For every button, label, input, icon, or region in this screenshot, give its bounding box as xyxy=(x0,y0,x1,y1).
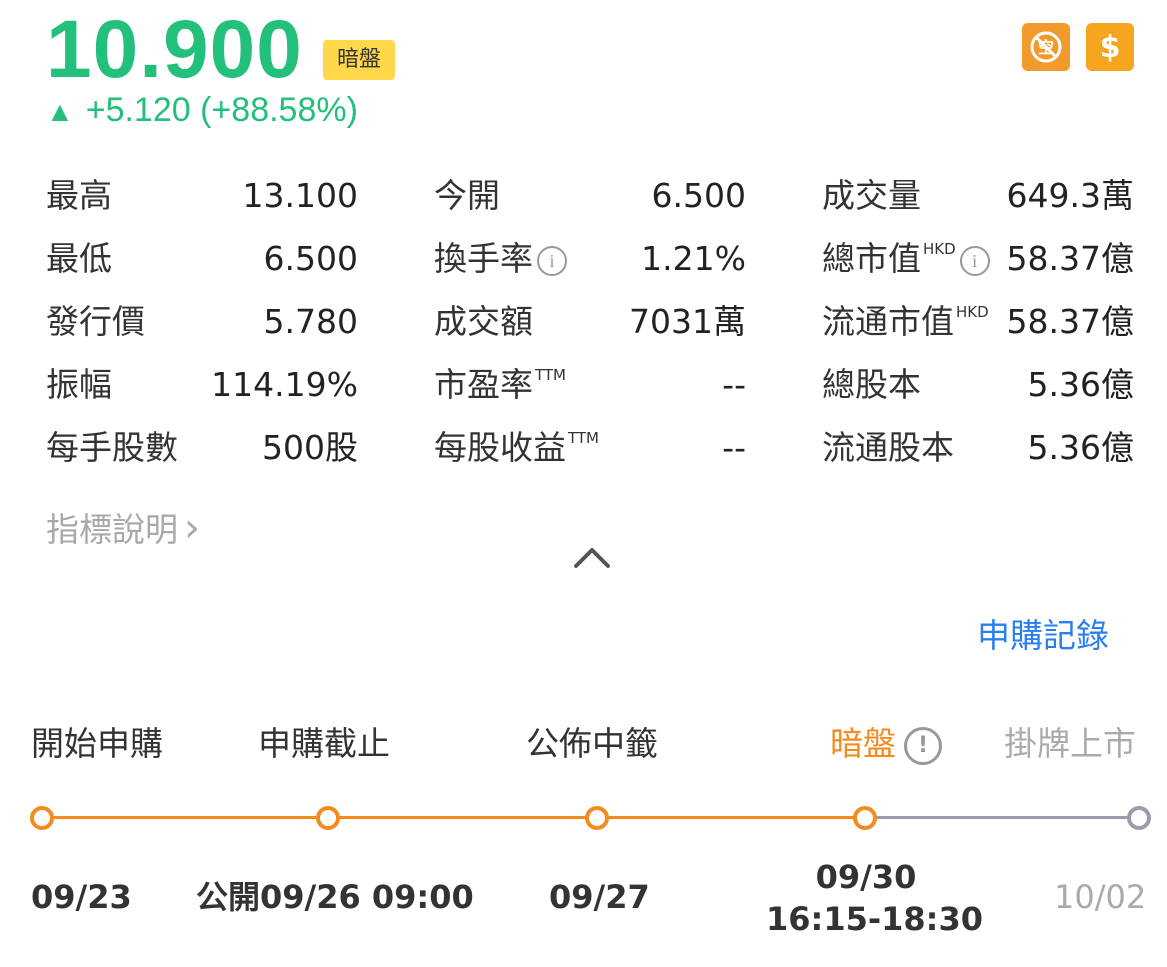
indicator-label: 指標說明 xyxy=(46,510,178,549)
timeline-dot xyxy=(316,806,340,830)
step-date-day: 09/30 xyxy=(815,858,917,896)
stat-value: 5.36億 xyxy=(1027,365,1134,404)
step-date-dark-pool: 09/30 16:15-18:30 xyxy=(766,856,983,940)
stat-label: 市盈率 xyxy=(434,365,533,404)
stat-value: 5.36億 xyxy=(1027,428,1134,467)
step-label-deadline: 申購截止 xyxy=(258,724,390,763)
stat-label-wrap: 市盈率 TTM xyxy=(434,363,566,407)
stat-label: 總股本 xyxy=(822,365,921,404)
stat-issue-price: 發行價 5.780 xyxy=(46,300,358,344)
stat-turnover-rate: 換手率 i 1.21% xyxy=(434,237,746,281)
stat-label: 成交量 xyxy=(822,176,921,215)
timeline-dot xyxy=(1127,806,1151,830)
stat-label: 最低 xyxy=(46,239,112,278)
no-short-icon[interactable]: 空 xyxy=(1022,23,1070,71)
stat-label-wrap: 每股收益 TTM xyxy=(434,426,599,470)
price-change: ▲ +5.120 (+88.58%) xyxy=(46,88,358,134)
stat-value: 6.500 xyxy=(263,239,358,278)
stat-open: 今開 6.500 xyxy=(434,174,746,218)
svg-text:空: 空 xyxy=(1038,38,1054,57)
stat-amplitude: 振幅 114.19% xyxy=(46,363,358,407)
change-text: +5.120 (+88.58%) xyxy=(85,91,358,129)
stat-label: 流通股本 xyxy=(822,428,954,467)
step-label-dark-pool[interactable]: 暗盤! xyxy=(830,722,942,766)
warning-icon[interactable]: ! xyxy=(904,726,942,765)
stat-float-cap: 流通市值 HKD 58.37億 xyxy=(822,300,1134,344)
timeline-dot xyxy=(30,806,54,830)
step-label-start: 開始申購 xyxy=(31,724,163,763)
stat-value: 13.100 xyxy=(242,176,358,215)
info-icon[interactable]: i xyxy=(959,245,990,276)
dark-pool-badge: 暗盤 xyxy=(323,40,395,80)
stat-value: 5.780 xyxy=(263,302,358,341)
stat-label: 每股收益 xyxy=(434,428,566,467)
stat-value: 6.500 xyxy=(651,176,746,215)
step-label-listing: 掛牌上市 xyxy=(1004,724,1136,763)
stat-value: -- xyxy=(722,428,746,467)
stat-label-wrap: 換手率 i xyxy=(434,237,567,281)
stat-float-shares: 流通股本 5.36億 xyxy=(822,426,1134,470)
stat-volume: 成交量 649.3萬 xyxy=(822,174,1134,218)
stat-value: 500股 xyxy=(262,428,358,467)
up-arrow-icon: ▲ xyxy=(46,96,74,127)
stat-label: 振幅 xyxy=(46,365,112,404)
stat-sup: HKD xyxy=(923,240,956,258)
step-date-listing: 10/02 xyxy=(1054,878,1147,916)
stat-label: 成交額 xyxy=(434,302,533,341)
stat-label-wrap: 流通市值 HKD xyxy=(822,300,989,344)
stat-total-shares: 總股本 5.36億 xyxy=(822,363,1134,407)
timeline-dot xyxy=(585,806,609,830)
stat-market-cap: 總市值 HKDi 58.37億 xyxy=(822,237,1134,281)
stat-label: 總市值 xyxy=(822,239,921,278)
stat-label: 每手股數 xyxy=(46,428,178,467)
stat-low: 最低 6.500 xyxy=(46,237,358,281)
stat-value: -- xyxy=(722,365,746,404)
timeline-dot xyxy=(853,806,877,830)
stat-turnover: 成交額 7031萬 xyxy=(434,300,746,344)
timeline-remaining xyxy=(865,816,1140,819)
stat-eps: 每股收益 TTM -- xyxy=(434,426,746,470)
step-date-allotment: 09/27 xyxy=(549,878,650,916)
stat-sup: TTM xyxy=(535,366,567,384)
dollar-icon[interactable]: $ xyxy=(1086,23,1134,71)
stat-value: 58.37億 xyxy=(1006,302,1134,341)
stat-label: 今開 xyxy=(434,176,500,215)
stat-label: 流通市值 xyxy=(822,302,954,341)
stat-sup: TTM xyxy=(568,429,600,447)
stat-label: 換手率 xyxy=(434,239,533,278)
stat-lot-size: 每手股數 500股 xyxy=(46,426,358,470)
stat-value: 1.21% xyxy=(641,239,746,278)
stat-value: 649.3萬 xyxy=(1006,176,1134,215)
indicator-explanation-link[interactable]: 指標說明 › xyxy=(46,506,200,552)
stat-value: 58.37億 xyxy=(1006,239,1134,278)
stat-label: 最高 xyxy=(46,176,112,215)
step-date-start: 09/23 xyxy=(31,878,132,916)
step-label-allotment: 公佈中籤 xyxy=(526,724,658,763)
step-date-deadline: 公開09/26 09:00 xyxy=(196,878,474,916)
chevron-right-icon: › xyxy=(184,505,200,551)
chevron-up-icon[interactable] xyxy=(572,540,612,576)
stat-label-wrap: 總市值 HKDi xyxy=(822,237,990,281)
stat-high: 最高 13.100 xyxy=(46,174,358,218)
stat-sup: HKD xyxy=(956,303,989,321)
subscription-records-link[interactable]: 申購記錄 xyxy=(977,614,1109,658)
timeline-progress xyxy=(42,816,865,819)
info-icon[interactable]: i xyxy=(537,245,567,276)
step-label-text: 暗盤 xyxy=(830,724,896,763)
stat-value: 114.19% xyxy=(211,365,358,404)
step-date-time: 16:15-18:30 xyxy=(766,900,983,938)
stat-value: 7031萬 xyxy=(629,302,746,341)
stat-pe-ratio: 市盈率 TTM -- xyxy=(434,363,746,407)
stat-label: 發行價 xyxy=(46,302,145,341)
last-price: 10.900 xyxy=(46,4,303,95)
